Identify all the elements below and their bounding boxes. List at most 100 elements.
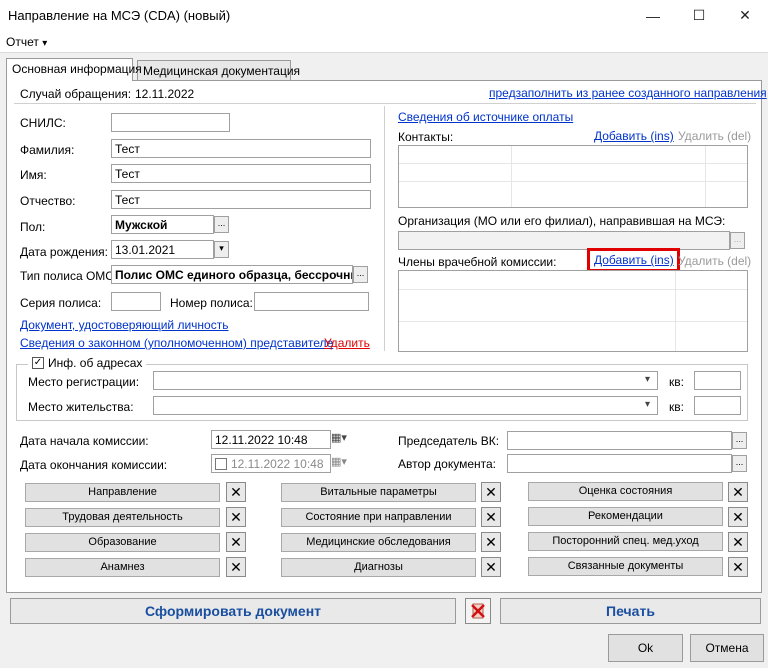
surname-input[interactable]: Тест bbox=[111, 139, 371, 158]
policy-number-label: Номер полиса: bbox=[170, 296, 253, 310]
representative-link[interactable]: Сведения о законном (уполномоченном) пре… bbox=[20, 336, 333, 350]
delete-contact-link: Удалить (del) bbox=[678, 129, 752, 143]
close-icon[interactable]: ✕ bbox=[481, 557, 501, 577]
divider bbox=[14, 103, 756, 104]
author-ellipsis-icon[interactable]: ... bbox=[732, 455, 747, 472]
close-button[interactable]: ✕ bbox=[722, 0, 768, 31]
author-field[interactable] bbox=[507, 454, 732, 473]
case-date: 12.11.2022 bbox=[135, 87, 195, 101]
calendar-icon[interactable]: ▦▾ bbox=[331, 431, 347, 444]
print-button[interactable]: Печать bbox=[500, 598, 761, 624]
maximize-button[interactable]: ☐ bbox=[676, 0, 722, 31]
commission-end-input[interactable]: 12.11.2022 10:48 bbox=[211, 454, 331, 473]
case-label: Случай обращения: bbox=[20, 87, 132, 101]
menu-report[interactable]: Отчет ▾ bbox=[6, 35, 47, 49]
residence-label: Место жительства: bbox=[28, 400, 134, 414]
payment-source-link[interactable]: Сведения об источнике оплаты bbox=[398, 110, 573, 124]
contacts-label: Контакты: bbox=[398, 130, 454, 144]
close-icon[interactable]: ✕ bbox=[481, 482, 501, 502]
surname-label: Фамилия: bbox=[20, 143, 75, 157]
author-label: Автор документа: bbox=[398, 457, 497, 471]
ellipsis-icon[interactable]: ... bbox=[214, 216, 229, 233]
close-icon[interactable]: ✕ bbox=[481, 507, 501, 527]
delete-document-button[interactable] bbox=[465, 598, 491, 624]
close-icon[interactable]: ✕ bbox=[728, 507, 748, 527]
address-toggle[interactable]: ✓ Инф. об адресах bbox=[28, 356, 147, 370]
residence-select[interactable] bbox=[153, 396, 658, 415]
contacts-grid[interactable] bbox=[398, 145, 748, 208]
section-diagnoses-button[interactable]: Диагнозы bbox=[281, 558, 476, 577]
residence-apt-input[interactable] bbox=[694, 396, 741, 415]
chevron-down-icon: ▾ bbox=[42, 38, 48, 49]
close-icon[interactable]: ✕ bbox=[226, 557, 246, 577]
patronymic-label: Отчество: bbox=[20, 194, 76, 208]
add-commission-member-link[interactable]: Добавить (ins) bbox=[594, 253, 674, 267]
identity-doc-link[interactable]: Документ, удостоверяющий личность bbox=[20, 318, 228, 332]
chairman-ellipsis-icon[interactable]: ... bbox=[732, 432, 747, 449]
tab-medical-docs[interactable]: Медицинская документация bbox=[137, 60, 300, 80]
chairman-field[interactable] bbox=[507, 431, 732, 450]
section-care-button[interactable]: Посторонний спец. мед.уход bbox=[528, 532, 723, 551]
snils-label: СНИЛС: bbox=[20, 116, 66, 130]
org-field[interactable] bbox=[398, 231, 730, 250]
registration-select[interactable] bbox=[153, 371, 658, 390]
patronymic-input[interactable]: Тест bbox=[111, 190, 371, 209]
commission-end-checkbox[interactable] bbox=[215, 458, 227, 470]
policy-type-field[interactable]: Полис ОМС единого образца, бессрочный bbox=[111, 265, 353, 284]
ok-button[interactable]: Ok bbox=[608, 634, 683, 662]
registration-chevron-icon[interactable]: ▾ bbox=[645, 374, 650, 385]
section-vitals-button[interactable]: Витальные параметры bbox=[281, 483, 476, 502]
section-direction-button[interactable]: Направление bbox=[25, 483, 220, 502]
section-examinations-button[interactable]: Медицинские обследования bbox=[281, 533, 476, 552]
residence-chevron-icon[interactable]: ▾ bbox=[645, 399, 650, 410]
section-related-docs-button[interactable]: Связанные документы bbox=[528, 557, 723, 576]
close-icon[interactable]: ✕ bbox=[226, 532, 246, 552]
vertical-divider bbox=[384, 106, 385, 351]
close-icon[interactable]: ✕ bbox=[728, 532, 748, 552]
minimize-button[interactable]: — bbox=[630, 0, 676, 31]
chairman-label: Председатель ВК: bbox=[398, 434, 500, 448]
section-condition-button[interactable]: Состояние при направлении bbox=[281, 508, 476, 527]
policy-type-ellipsis-icon[interactable]: ... bbox=[353, 266, 368, 283]
dob-input[interactable]: 13.01.2021 bbox=[111, 240, 214, 259]
generate-document-button[interactable]: Сформировать документ bbox=[10, 598, 456, 624]
commission-members-grid[interactable] bbox=[398, 270, 748, 352]
close-icon[interactable]: ✕ bbox=[481, 532, 501, 552]
section-work-button[interactable]: Трудовая деятельность bbox=[25, 508, 220, 527]
delete-representative-link[interactable]: Удалить bbox=[324, 336, 370, 350]
section-education-button[interactable]: Образование bbox=[25, 533, 220, 552]
add-contact-link[interactable]: Добавить (ins) bbox=[594, 129, 674, 143]
cancel-button[interactable]: Отмена bbox=[690, 634, 764, 662]
menu-bar bbox=[0, 31, 768, 53]
section-anamnesis-button[interactable]: Анамнез bbox=[25, 558, 220, 577]
close-icon[interactable]: ✕ bbox=[226, 482, 246, 502]
policy-number-input[interactable] bbox=[254, 292, 369, 311]
prefill-link[interactable]: предзаполнить из ранее созданного направ… bbox=[489, 86, 767, 100]
commission-members-label: Члены врачебной комиссии: bbox=[398, 255, 557, 269]
close-icon[interactable]: ✕ bbox=[728, 482, 748, 502]
registration-apt-input[interactable] bbox=[694, 371, 741, 390]
sex-field[interactable]: Мужской bbox=[111, 215, 214, 234]
close-icon[interactable]: ✕ bbox=[728, 557, 748, 577]
name-label: Имя: bbox=[20, 168, 47, 182]
dob-label: Дата рождения: bbox=[20, 245, 108, 259]
delete-icon bbox=[471, 603, 485, 619]
calendar-dropdown-icon: ▾ bbox=[341, 432, 347, 444]
menu-report-label: Отчет bbox=[6, 35, 39, 49]
residence-apt-label: кв: bbox=[669, 400, 684, 414]
snils-input[interactable] bbox=[111, 113, 230, 132]
address-checkbox-label: Инф. об адресах bbox=[48, 356, 143, 370]
name-input[interactable]: Тест bbox=[111, 164, 371, 183]
section-recommendations-button[interactable]: Рекомендации bbox=[528, 507, 723, 526]
calendar-end-icon[interactable]: ▦▾ bbox=[331, 455, 347, 468]
section-assessment-button[interactable]: Оценка состояния bbox=[528, 482, 723, 501]
address-checkbox[interactable]: ✓ bbox=[32, 357, 44, 369]
policy-series-input[interactable] bbox=[111, 292, 161, 311]
tab-main-info[interactable]: Основная информация bbox=[6, 58, 142, 81]
commission-start-input[interactable]: 12.11.2022 10:48 bbox=[211, 430, 331, 449]
policy-series-label: Серия полиса: bbox=[20, 296, 102, 310]
dob-dropdown-icon[interactable]: ▾ bbox=[214, 241, 229, 258]
org-ellipsis-icon[interactable]: ... bbox=[730, 232, 745, 249]
registration-label: Место регистрации: bbox=[28, 375, 140, 389]
close-icon[interactable]: ✕ bbox=[226, 507, 246, 527]
